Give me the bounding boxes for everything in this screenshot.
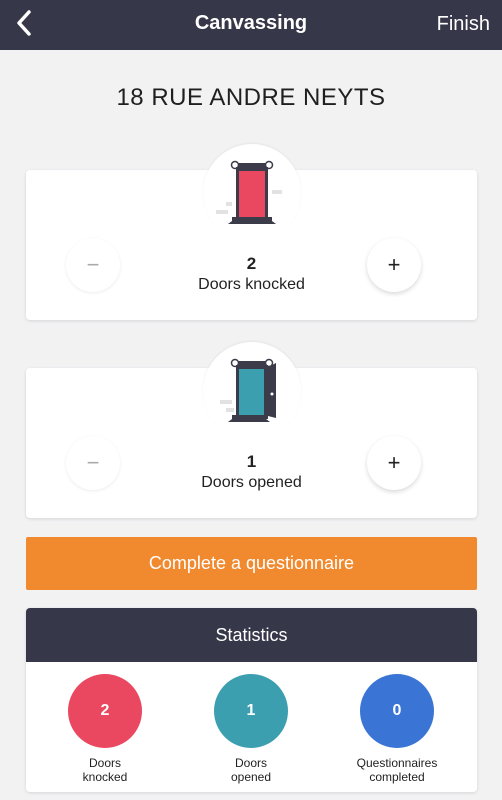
top-bar: Canvassing Finish	[0, 0, 502, 50]
chevron-left-icon	[14, 9, 34, 42]
stat-circle: 2	[68, 674, 142, 748]
door-closed-illustration	[202, 144, 301, 242]
stat-label-line: completed	[369, 770, 425, 784]
complete-questionnaire-button[interactable]: Complete a questionnaire	[26, 537, 477, 590]
stat-circle: 0	[360, 674, 434, 748]
page-title: Canvassing	[194, 12, 308, 34]
increment-knocked-button[interactable]: +	[367, 238, 421, 292]
stat-label: Doors opened	[196, 756, 306, 784]
back-button[interactable]	[4, 5, 44, 45]
stat-label: Questionnaires completed	[342, 756, 452, 784]
plus-icon: +	[387, 252, 401, 277]
stat-circle: 1	[214, 674, 288, 748]
statistics-title: Statistics	[26, 608, 477, 662]
stat-label-line: Doors	[234, 756, 267, 770]
doors-knocked-card: − 2 Doors knocked +	[26, 144, 477, 320]
stat-label-line: opened	[230, 770, 272, 784]
stat-label-line: Doors	[88, 756, 121, 770]
stat-doors-knocked: 2 Doors knocked	[50, 674, 160, 784]
increment-opened-button[interactable]: +	[367, 436, 421, 490]
door-open-illustration	[202, 342, 301, 440]
stat-label-line: Questionnaires	[356, 756, 438, 770]
statistics-panel: Statistics 2 Doors knocked 1 Doors opene…	[26, 608, 477, 792]
finish-button[interactable]: Finish	[437, 0, 490, 50]
stat-questionnaires-completed: 0 Questionnaires completed	[342, 674, 452, 784]
stat-label: Doors knocked	[50, 756, 160, 784]
plus-icon: +	[387, 450, 401, 475]
stat-doors-opened: 1 Doors opened	[196, 674, 306, 784]
stat-label-line: knocked	[82, 770, 128, 784]
doors-opened-card: − 1 Doors opened +	[26, 342, 477, 518]
address-heading: 18 RUE ANDRE NEYTS	[116, 84, 386, 111]
